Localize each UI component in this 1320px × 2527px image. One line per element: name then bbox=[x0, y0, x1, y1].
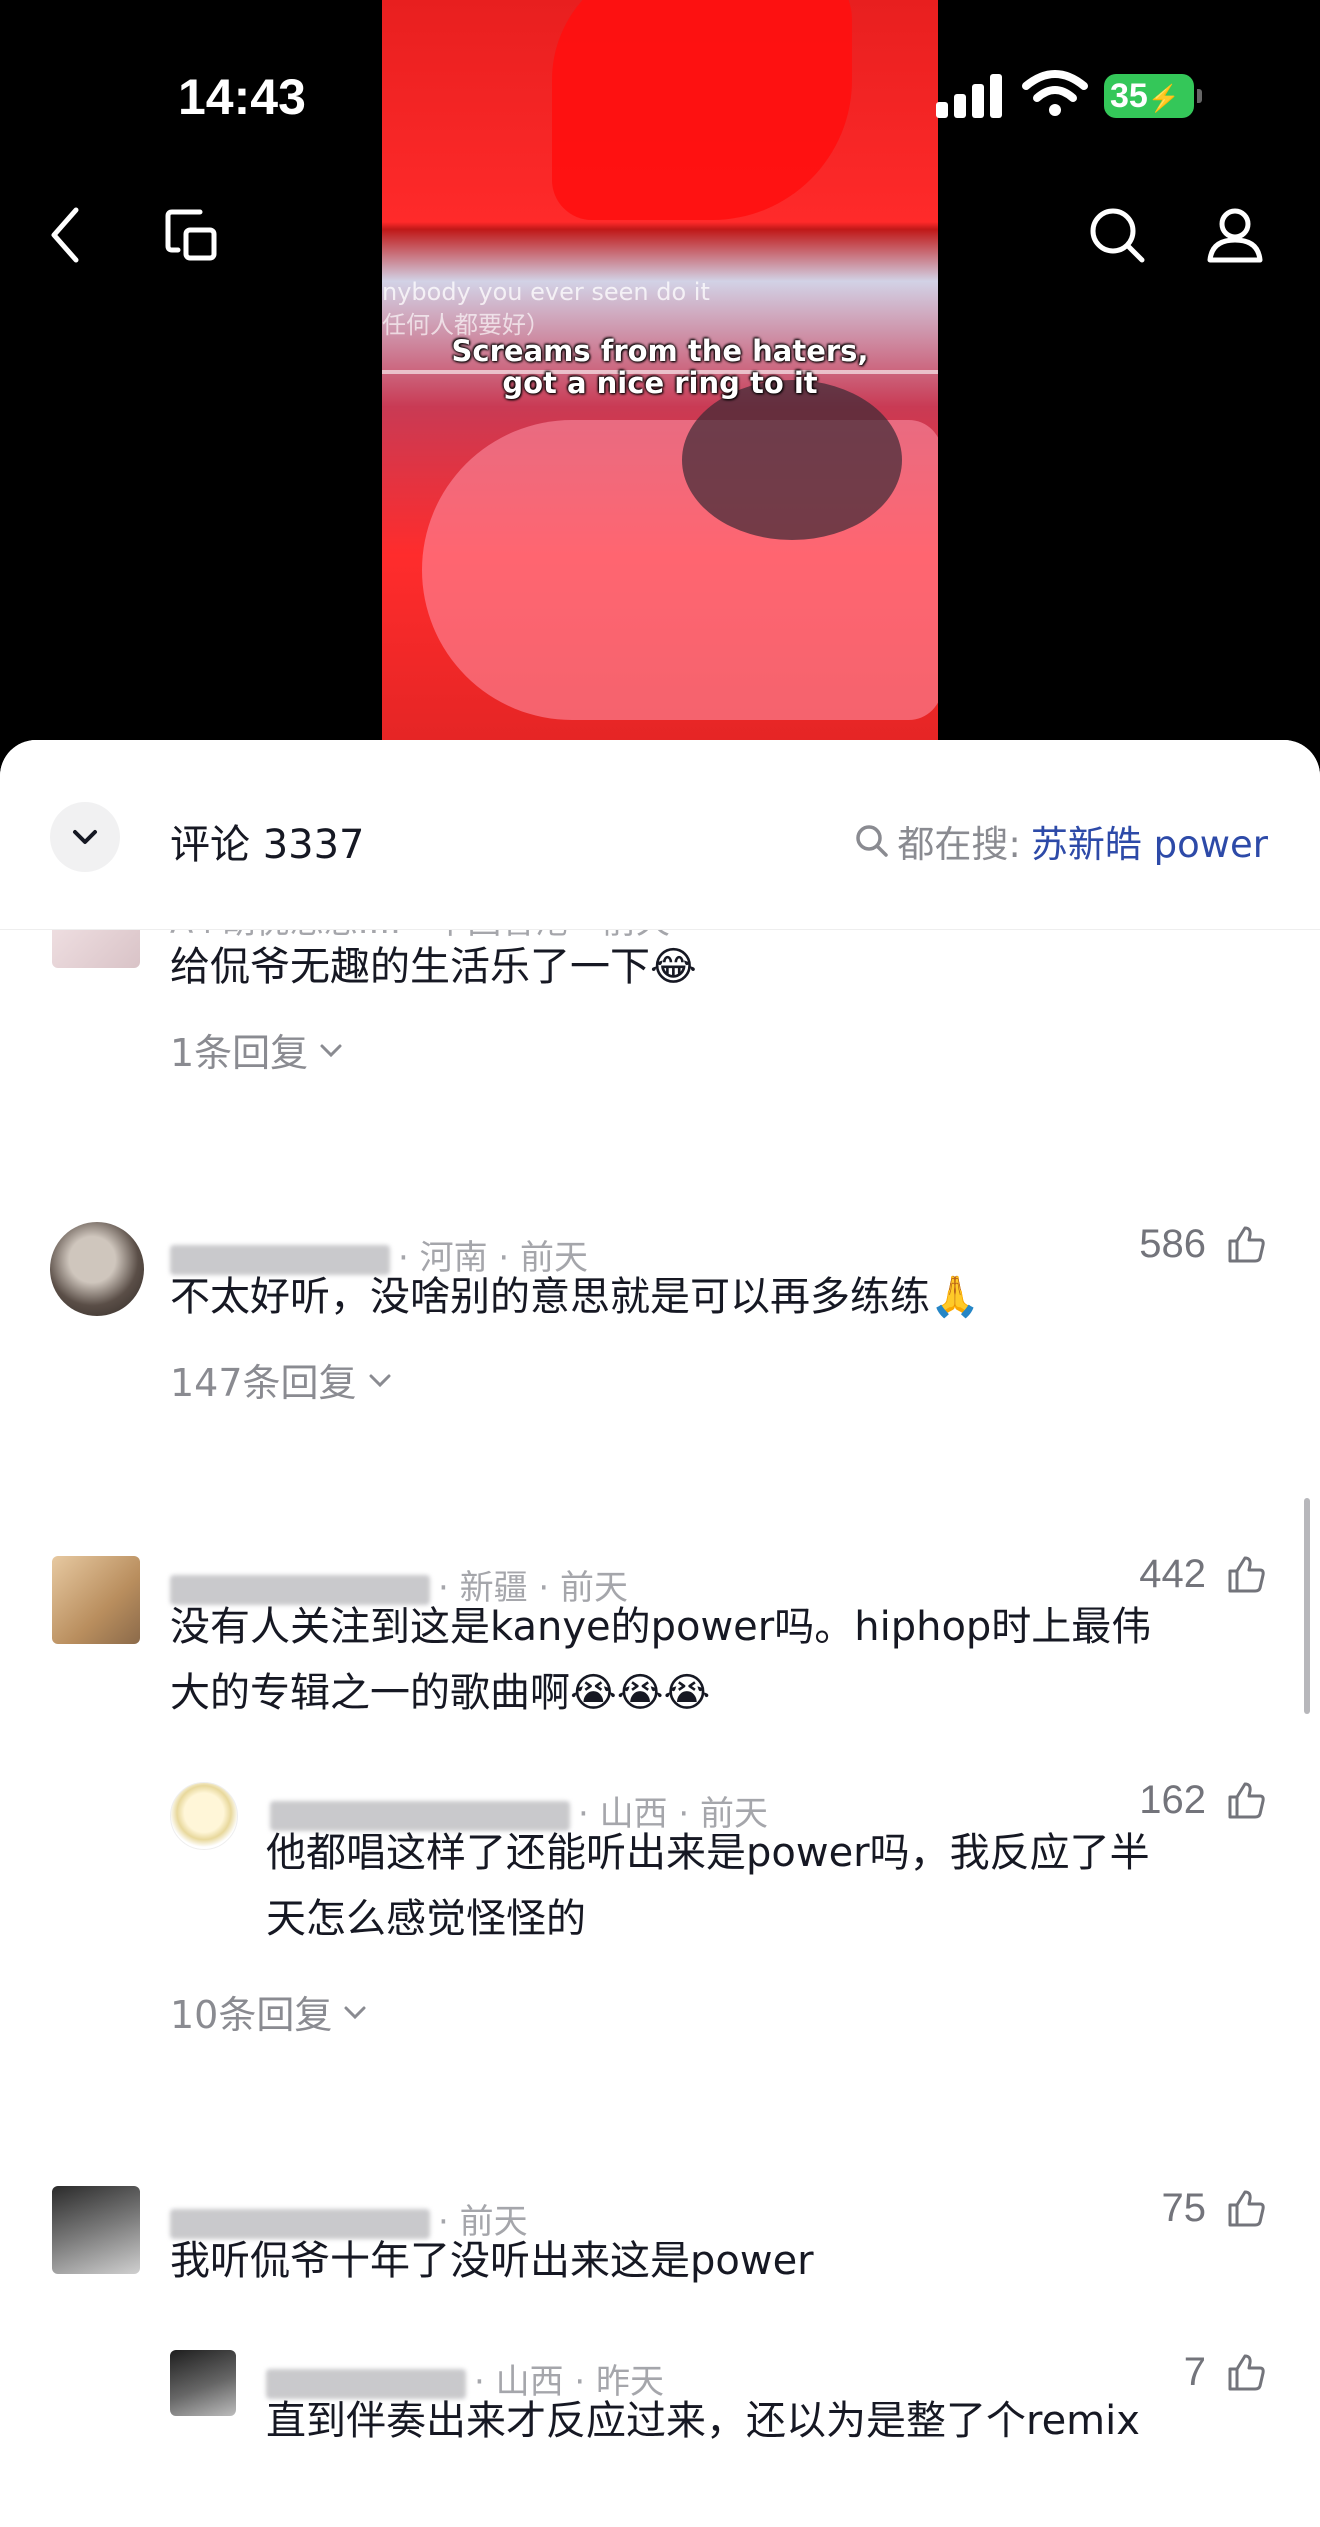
trending-search-keyword[interactable]: 苏新皓 power bbox=[1031, 814, 1268, 868]
like-count: 7 bbox=[1183, 2350, 1206, 2394]
comment-text: 不太好听，没啥别的意思就是可以再多练练🙏 bbox=[170, 1274, 980, 1320]
avatar[interactable] bbox=[170, 1782, 238, 1850]
video-caption-line1: Screams from the haters, bbox=[451, 334, 869, 368]
thumbs-up-icon bbox=[1228, 1556, 1265, 1592]
comment-sheet: 评论 3337 都在搜: 苏新皓 power A↑胡优思思.... · 中国香港… bbox=[0, 740, 1320, 2527]
comment-text-line1: 没有人关注到这是kanye的power吗。hiphop时上最伟 bbox=[170, 1604, 1152, 1650]
avatar[interactable] bbox=[50, 1222, 144, 1316]
thumbs-up-icon bbox=[1228, 2354, 1265, 2390]
scrollbar[interactable] bbox=[1304, 1498, 1310, 1714]
avatar[interactable] bbox=[52, 1556, 140, 1644]
thumbs-up-icon bbox=[1228, 1226, 1265, 1262]
video-figure-top bbox=[552, 0, 852, 220]
expand-replies-button[interactable]: 10条回复 bbox=[170, 1984, 368, 2039]
trending-search-label: 都在搜: bbox=[897, 823, 1021, 866]
comment-text: 给侃爷无趣的生活乐了一下😂 bbox=[170, 944, 697, 990]
comment-text: 我听侃爷十年了没听出来这是power bbox=[170, 2238, 814, 2284]
battery-level: 35 bbox=[1110, 77, 1148, 115]
reply-count: 10条回复 bbox=[170, 1993, 333, 2037]
reply-text-line1: 他都唱这样了还能听出来是power吗，我反应了半 bbox=[266, 1830, 1150, 1876]
profile-icon[interactable] bbox=[1200, 200, 1270, 270]
back-icon[interactable] bbox=[32, 200, 102, 270]
like-button[interactable]: 442 bbox=[1139, 1552, 1268, 1597]
reply-text: 直到伴奏出来才反应过来，还以为是整了个remix bbox=[266, 2398, 1140, 2444]
comment-sheet-header: 评论 3337 都在搜: 苏新皓 power bbox=[0, 740, 1320, 930]
thumbs-up-icon bbox=[1228, 2190, 1265, 2226]
like-button[interactable]: 162 bbox=[1139, 1778, 1268, 1823]
cellular-signal-icon bbox=[936, 74, 1002, 118]
status-time: 14:43 bbox=[178, 69, 306, 125]
like-button[interactable]: 586 bbox=[1139, 1222, 1268, 1267]
chevron-down-icon bbox=[73, 830, 97, 844]
chevron-down-icon bbox=[320, 1044, 342, 1057]
video-subtitle-en: nybody you ever seen do it bbox=[382, 278, 710, 306]
like-button[interactable]: 75 bbox=[1162, 2186, 1269, 2231]
trending-search-link[interactable]: 都在搜: 苏新皓 power bbox=[853, 814, 1268, 868]
search-icon bbox=[856, 825, 889, 857]
chevron-down-icon bbox=[344, 2006, 366, 2019]
reply-count: 147条回复 bbox=[170, 1361, 357, 1405]
like-button[interactable]: 7 bbox=[1184, 2350, 1268, 2395]
comment-count-title: 评论 3337 bbox=[170, 822, 365, 868]
video-frame[interactable]: nybody you ever seen do it 任何人都要好） Screa… bbox=[382, 0, 938, 740]
expand-replies-button[interactable]: 147条回复 bbox=[170, 1352, 393, 1407]
like-count: 442 bbox=[1139, 1552, 1206, 1596]
video-player[interactable]: nybody you ever seen do it 任何人都要好） Screa… bbox=[0, 0, 1320, 760]
chevron-down-icon bbox=[369, 1374, 391, 1387]
wifi-icon bbox=[1022, 70, 1088, 118]
avatar[interactable] bbox=[52, 2186, 140, 2274]
reply-count: 1条回复 bbox=[170, 1031, 309, 1075]
battery-icon: 35⚡ bbox=[1104, 74, 1202, 118]
video-figure-head bbox=[682, 380, 902, 540]
avatar[interactable] bbox=[170, 2350, 236, 2416]
reply-text-line2: 天怎么感觉怪怪的 bbox=[266, 1896, 586, 1942]
like-count: 75 bbox=[1161, 2186, 1207, 2230]
expand-replies-button[interactable]: 1条回复 bbox=[170, 1022, 344, 1077]
like-count: 162 bbox=[1139, 1778, 1206, 1822]
like-count: 586 bbox=[1139, 1222, 1206, 1266]
collapse-comments-button[interactable] bbox=[50, 802, 120, 872]
comment-text-line2: 大的专辑之一的歌曲啊😭😭😭 bbox=[170, 1670, 711, 1716]
thumbs-up-icon bbox=[1228, 1782, 1265, 1818]
search-icon[interactable] bbox=[1082, 200, 1152, 270]
video-caption-line2: got a nice ring to it bbox=[502, 366, 818, 400]
screen-cast-icon[interactable] bbox=[156, 200, 226, 270]
